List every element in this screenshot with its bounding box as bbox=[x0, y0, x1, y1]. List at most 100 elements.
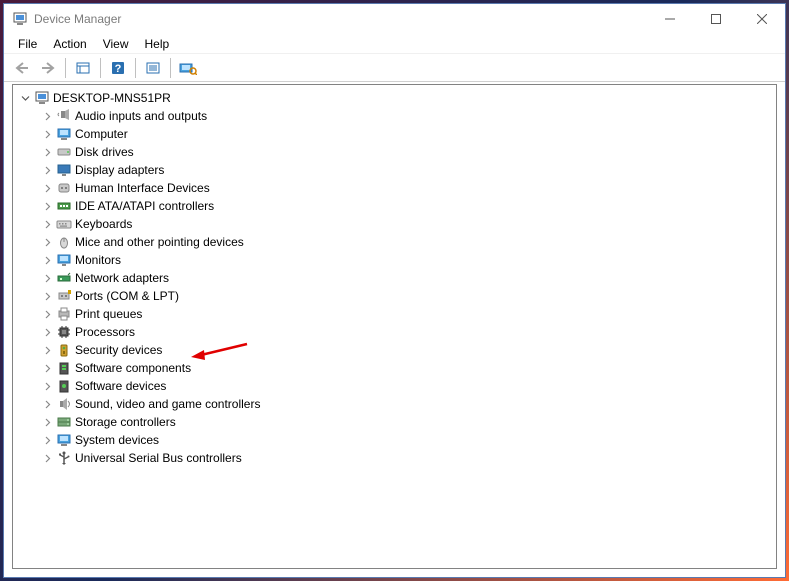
toolbar-back-button[interactable] bbox=[10, 57, 34, 79]
titlebar: Device Manager bbox=[4, 4, 785, 34]
tree-category-node[interactable]: Print queues bbox=[39, 305, 776, 323]
tree-category-label: Keyboards bbox=[75, 217, 132, 231]
tree-category-label: Computer bbox=[75, 127, 128, 141]
processor-icon bbox=[56, 324, 72, 340]
tree-root-label: DESKTOP-MNS51PR bbox=[53, 91, 171, 105]
mouse-icon bbox=[56, 234, 72, 250]
menu-action[interactable]: Action bbox=[45, 35, 94, 53]
tree-category-label: Audio inputs and outputs bbox=[75, 109, 207, 123]
toolbar-separator bbox=[170, 58, 171, 78]
tree-category-label: Ports (COM & LPT) bbox=[75, 289, 179, 303]
toolbar-separator bbox=[135, 58, 136, 78]
tree-category-label: Processors bbox=[75, 325, 135, 339]
tree-category-label: Display adapters bbox=[75, 163, 164, 177]
chevron-right-icon[interactable] bbox=[41, 218, 53, 230]
tree-category-label: Sound, video and game controllers bbox=[75, 397, 260, 411]
chevron-right-icon[interactable] bbox=[41, 344, 53, 356]
toolbar-properties-button[interactable] bbox=[71, 57, 95, 79]
tree-category-node[interactable]: Mice and other pointing devices bbox=[39, 233, 776, 251]
monitor-icon bbox=[56, 252, 72, 268]
menubar: File Action View Help bbox=[4, 34, 785, 54]
system-icon bbox=[56, 432, 72, 448]
tree-category-node[interactable]: System devices bbox=[39, 431, 776, 449]
tree-category-label: System devices bbox=[75, 433, 159, 447]
maximize-button[interactable] bbox=[693, 4, 739, 34]
audio-icon bbox=[56, 108, 72, 124]
tree-category-node[interactable]: Ports (COM & LPT) bbox=[39, 287, 776, 305]
tree-root-node[interactable]: DESKTOP-MNS51PR bbox=[17, 89, 776, 107]
chevron-right-icon[interactable] bbox=[41, 290, 53, 302]
tree-category-node[interactable]: Software devices bbox=[39, 377, 776, 395]
tree-category-node[interactable]: Processors bbox=[39, 323, 776, 341]
chevron-right-icon[interactable] bbox=[41, 164, 53, 176]
ide-icon bbox=[56, 198, 72, 214]
toolbar-scan-button[interactable] bbox=[141, 57, 165, 79]
ports-icon bbox=[56, 288, 72, 304]
tree-category-label: Print queues bbox=[75, 307, 142, 321]
storage-icon bbox=[56, 414, 72, 430]
minimize-button[interactable] bbox=[647, 4, 693, 34]
softdev-icon bbox=[56, 378, 72, 394]
tree-category-node[interactable]: Monitors bbox=[39, 251, 776, 269]
toolbar: ? bbox=[4, 54, 785, 82]
device-tree-panel[interactable]: DESKTOP-MNS51PR Audio inputs and outputs… bbox=[12, 84, 777, 569]
toolbar-help-button[interactable]: ? bbox=[106, 57, 130, 79]
tree-category-node[interactable]: Software components bbox=[39, 359, 776, 377]
tree-category-label: Security devices bbox=[75, 343, 162, 357]
tree-category-node[interactable]: Human Interface Devices bbox=[39, 179, 776, 197]
tree-category-node[interactable]: Security devices bbox=[39, 341, 776, 359]
computer-icon bbox=[56, 126, 72, 142]
toolbar-separator bbox=[100, 58, 101, 78]
toolbar-show-hidden-button[interactable] bbox=[176, 57, 200, 79]
tree-category-label: IDE ATA/ATAPI controllers bbox=[75, 199, 214, 213]
chevron-right-icon[interactable] bbox=[41, 254, 53, 266]
chevron-right-icon[interactable] bbox=[41, 416, 53, 428]
tree-category-node[interactable]: Network adapters bbox=[39, 269, 776, 287]
menu-help[interactable]: Help bbox=[137, 35, 178, 53]
close-button[interactable] bbox=[739, 4, 785, 34]
chevron-right-icon[interactable] bbox=[41, 308, 53, 320]
chevron-right-icon[interactable] bbox=[41, 326, 53, 338]
tree-category-node[interactable]: Display adapters bbox=[39, 161, 776, 179]
tree-category-node[interactable]: Storage controllers bbox=[39, 413, 776, 431]
toolbar-forward-button[interactable] bbox=[36, 57, 60, 79]
tree-category-node[interactable]: Audio inputs and outputs bbox=[39, 107, 776, 125]
tree-category-label: Storage controllers bbox=[75, 415, 176, 429]
tree-category-label: Universal Serial Bus controllers bbox=[75, 451, 242, 465]
network-icon bbox=[56, 270, 72, 286]
tree-category-label: Network adapters bbox=[75, 271, 169, 285]
tree-category-label: Mice and other pointing devices bbox=[75, 235, 244, 249]
tree-category-node[interactable]: Computer bbox=[39, 125, 776, 143]
chevron-right-icon[interactable] bbox=[41, 362, 53, 374]
chevron-right-icon[interactable] bbox=[41, 398, 53, 410]
toolbar-separator bbox=[65, 58, 66, 78]
chevron-right-icon[interactable] bbox=[41, 110, 53, 122]
chevron-right-icon[interactable] bbox=[41, 146, 53, 158]
tree-category-label: Disk drives bbox=[75, 145, 134, 159]
tree-category-node[interactable]: IDE ATA/ATAPI controllers bbox=[39, 197, 776, 215]
chevron-right-icon[interactable] bbox=[41, 200, 53, 212]
chevron-right-icon[interactable] bbox=[41, 452, 53, 464]
chevron-right-icon[interactable] bbox=[41, 380, 53, 392]
keyboard-icon bbox=[56, 216, 72, 232]
security-icon bbox=[56, 342, 72, 358]
tree-category-node[interactable]: Keyboards bbox=[39, 215, 776, 233]
computer-icon bbox=[34, 90, 50, 106]
tree-category-node[interactable]: Sound, video and game controllers bbox=[39, 395, 776, 413]
chevron-down-icon[interactable] bbox=[19, 92, 31, 104]
svg-text:?: ? bbox=[115, 63, 122, 75]
menu-view[interactable]: View bbox=[95, 35, 137, 53]
sound-icon bbox=[56, 396, 72, 412]
chevron-right-icon[interactable] bbox=[41, 182, 53, 194]
usb-icon bbox=[56, 450, 72, 466]
menu-file[interactable]: File bbox=[10, 35, 45, 53]
tree-category-node[interactable]: Disk drives bbox=[39, 143, 776, 161]
app-icon bbox=[12, 11, 28, 27]
print-icon bbox=[56, 306, 72, 322]
tree-category-node[interactable]: Universal Serial Bus controllers bbox=[39, 449, 776, 467]
chevron-right-icon[interactable] bbox=[41, 272, 53, 284]
chevron-right-icon[interactable] bbox=[41, 128, 53, 140]
device-manager-window: Device Manager File Action View Help bbox=[3, 3, 786, 578]
chevron-right-icon[interactable] bbox=[41, 236, 53, 248]
chevron-right-icon[interactable] bbox=[41, 434, 53, 446]
